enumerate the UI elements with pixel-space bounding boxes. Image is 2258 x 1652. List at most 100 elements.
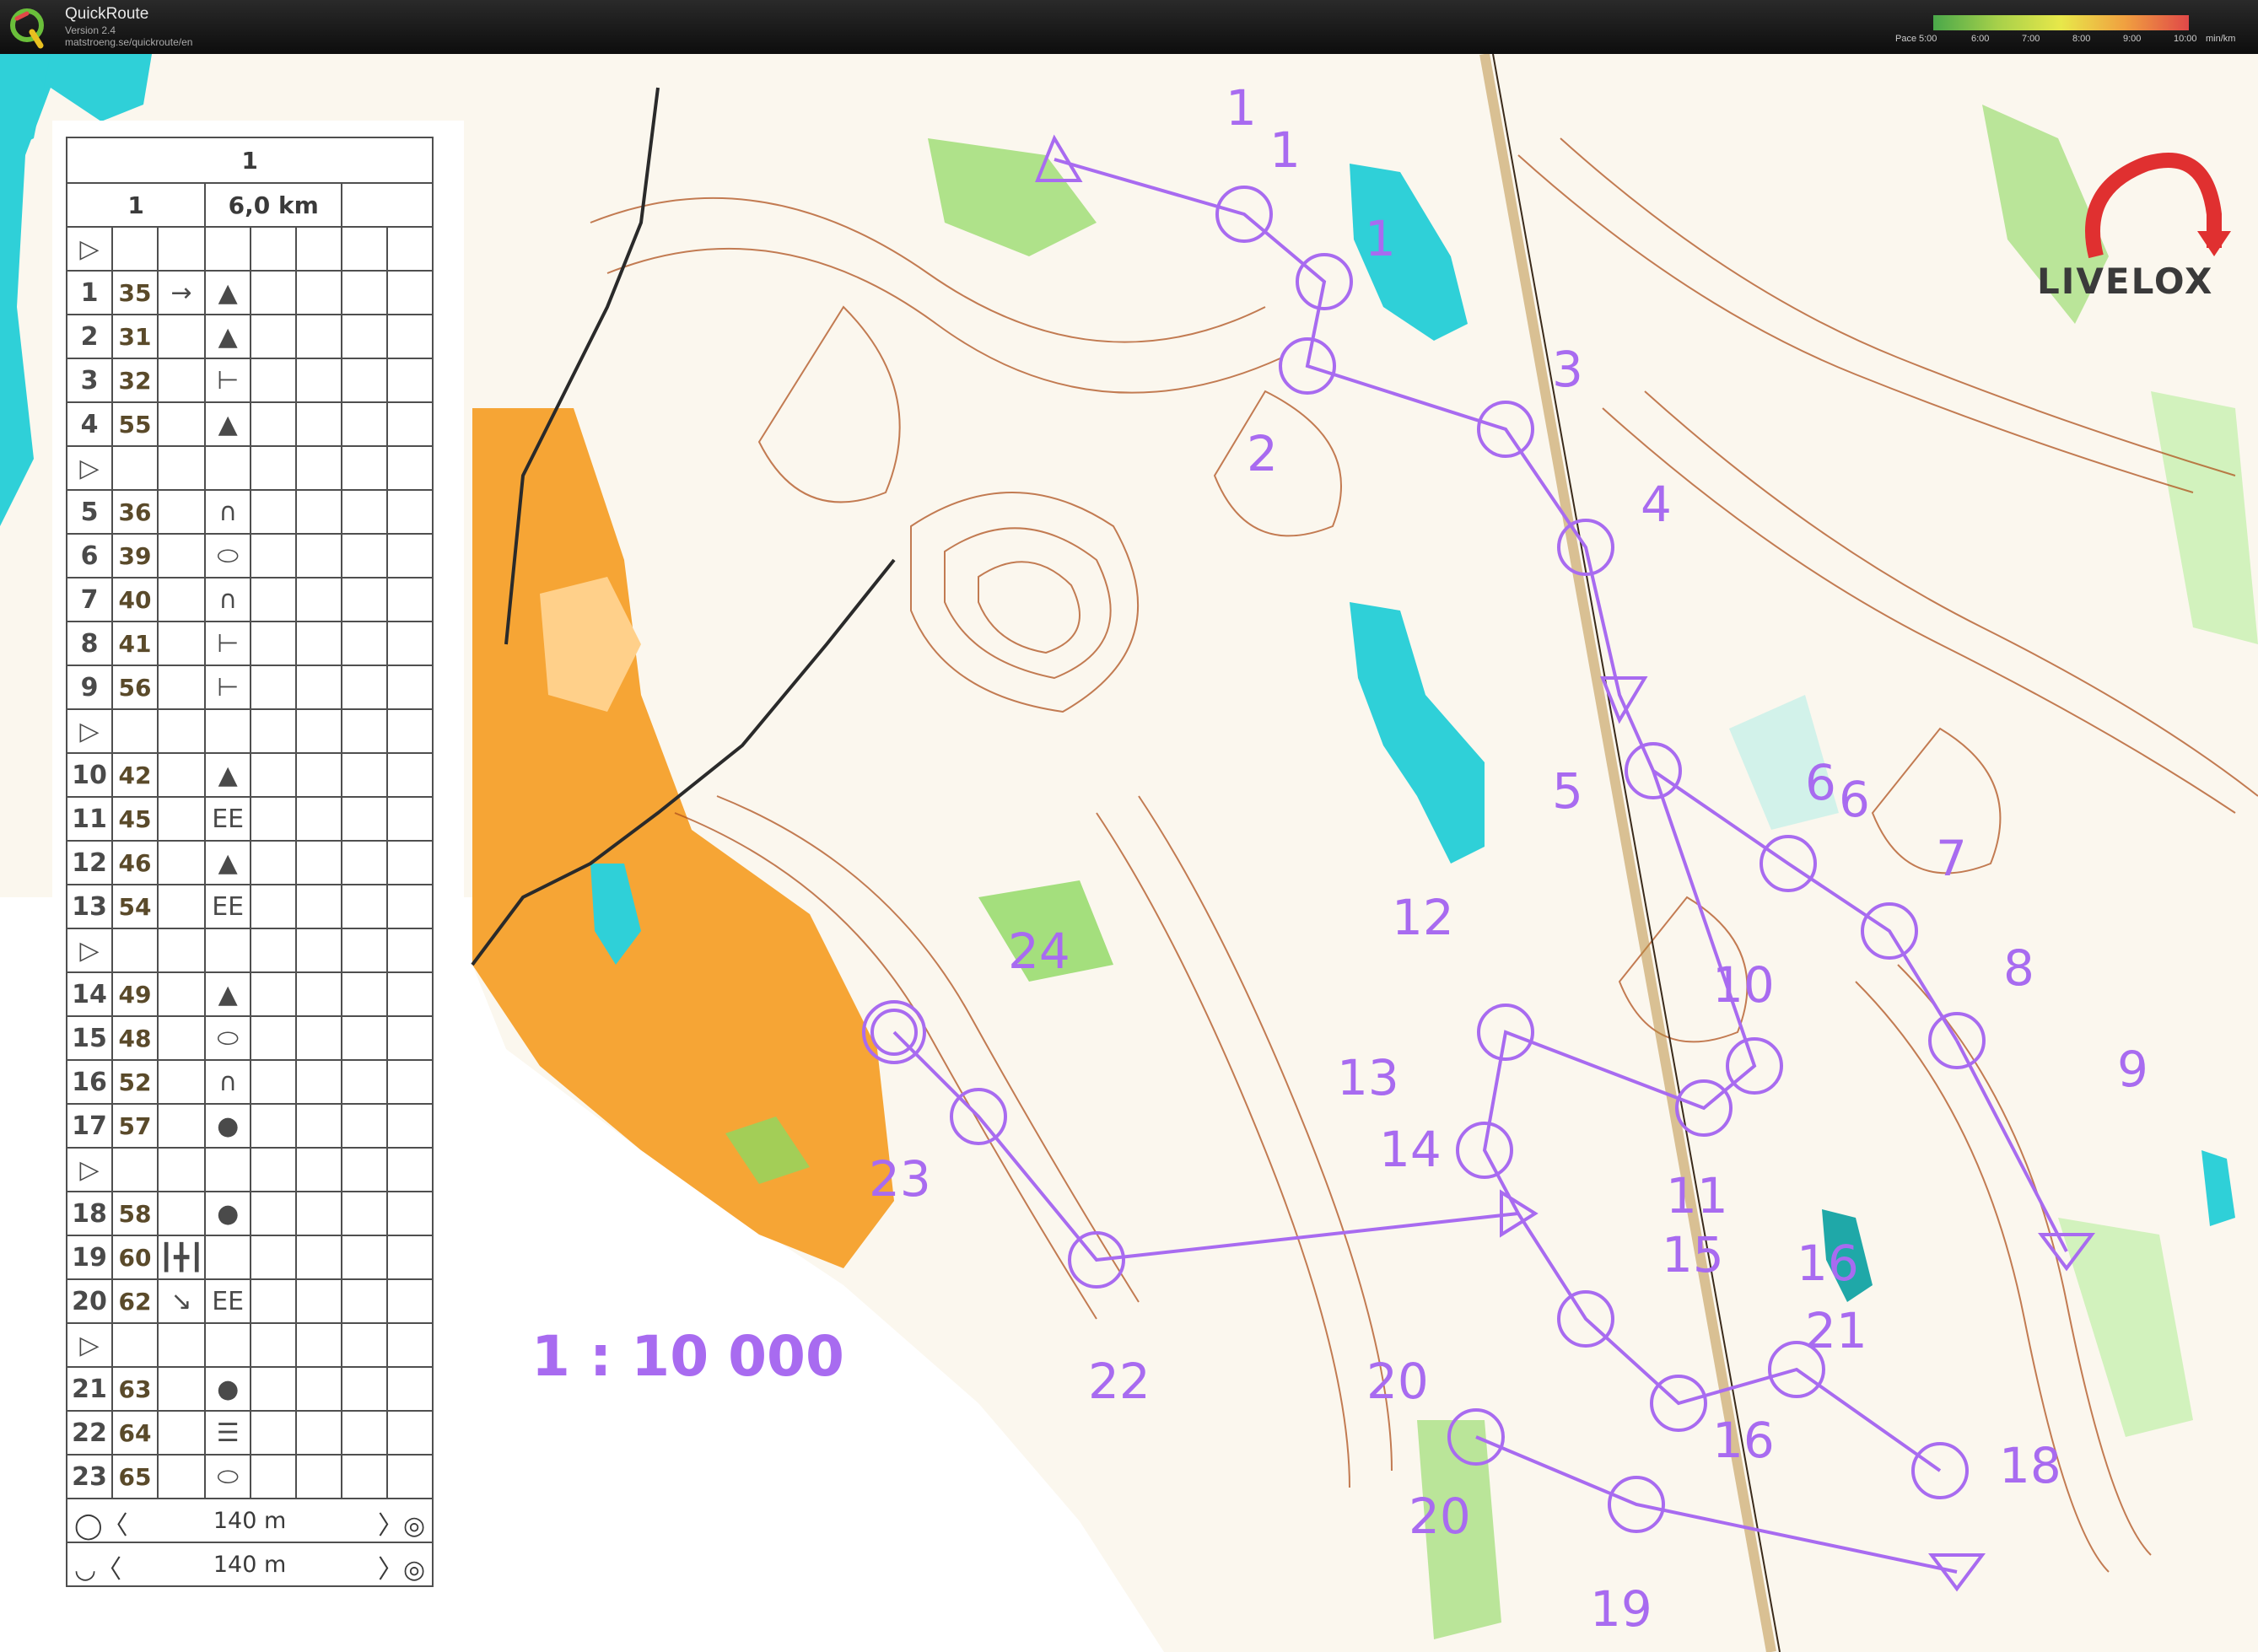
direction-icon (156, 1015, 207, 1061)
knoll-icon: ▲ (204, 971, 252, 1017)
control-number: 3 (1552, 341, 1583, 398)
control-number: 12 (1392, 889, 1454, 946)
control-code: 36 (111, 489, 159, 535)
control-number: 20 (1366, 1353, 1429, 1410)
control-code: 62 (111, 1278, 159, 1324)
direction-icon: ↘ (156, 1278, 207, 1324)
control-sequence: 4 (66, 401, 113, 447)
course-length: 6,0 km (204, 182, 343, 228)
control-row: 20 62 ↘ ЕЕ (66, 1278, 434, 1324)
control-code: 41 (111, 621, 159, 666)
control-number: 1 (1226, 79, 1257, 137)
control-number: 20 (1409, 1488, 1471, 1545)
control-row: 1 35 → ▲ (66, 270, 434, 315)
start-row: ▷ (66, 445, 434, 491)
control-code: 48 (111, 1015, 159, 1061)
funnel-start-icon: ◯〈 (74, 1511, 128, 1541)
control-code: 65 (111, 1454, 159, 1499)
control-number: 23 (869, 1150, 931, 1208)
oval-icon: ⬭ (204, 1015, 252, 1061)
start-triangle-icon: ▷ (66, 445, 113, 491)
control-row: 2 31 ▲ (66, 314, 434, 359)
course-header: 1 (65, 137, 434, 184)
control-code: 32 (111, 358, 159, 403)
direction-icon (156, 577, 207, 622)
control-number: 15 (1662, 1226, 1724, 1283)
control-code: 39 (111, 533, 159, 578)
control-sequence: 18 (66, 1191, 113, 1236)
dot-icon: ● (204, 1366, 252, 1412)
pace-tick: 8:00 (2072, 34, 2091, 44)
control-sequence: 3 (66, 358, 113, 403)
control-row: 10 42 ▲ (66, 752, 434, 798)
pace-unit: min/km (2206, 34, 2236, 44)
stairs-icon: ☰ (204, 1410, 252, 1456)
control-row: 21 63 ● (66, 1366, 434, 1412)
control-code: 55 (111, 401, 159, 447)
direction-icon: → (156, 270, 207, 315)
direction-icon (156, 796, 207, 842)
control-sequence: 14 (66, 971, 113, 1017)
knoll-icon: ▲ (204, 401, 252, 447)
direction-icon (156, 1103, 207, 1149)
direction-icon (156, 1454, 207, 1499)
direction-icon (156, 489, 207, 535)
dot-icon: ● (204, 1103, 252, 1149)
control-number: 1 (1365, 210, 1396, 267)
control-sequence: 8 (66, 621, 113, 666)
title-bar: QuickRoute Version 2.4 matstroeng.se/qui… (0, 0, 2258, 54)
control-sequence: 16 (66, 1059, 113, 1105)
control-row: 11 45 ЕЕ (66, 796, 434, 842)
control-description-table: 1 1 6,0 km ▷ 1 35 → ▲ 2 31 ▲ 3 32 ⊢ 4 55 ▲ ▷ 5 36 ∩ 6 39 ⬭ 7 4… (65, 137, 434, 1587)
pace-color-scale (1933, 15, 2189, 30)
control-number: 18 (1999, 1437, 2061, 1494)
cliff-icon: ЕЕ (204, 884, 252, 929)
pace-label: Pace (1895, 34, 1917, 44)
control-number: 10 (1712, 956, 1775, 1014)
direction-icon (156, 401, 207, 447)
start-row: ▷ (66, 1147, 434, 1192)
start-row: ▷ (66, 1322, 434, 1368)
course-name: 1 (65, 182, 207, 228)
funnel-start-icon: ◡〈 (74, 1555, 122, 1585)
control-number: 24 (1008, 923, 1070, 980)
pace-tick: 5:00 (1919, 34, 1937, 44)
direction-icon (156, 314, 207, 359)
spur-icon: ⊢ (204, 665, 252, 710)
control-code: 52 (111, 1059, 159, 1105)
control-row: 14 49 ▲ (66, 971, 434, 1017)
direction-icon (156, 884, 207, 929)
start-row: ▷ (66, 708, 434, 754)
knoll-icon: ▲ (204, 840, 252, 885)
control-row: 16 52 ∩ (66, 1059, 434, 1105)
dot-icon: ● (204, 1191, 252, 1236)
start-triangle-icon: ▷ (66, 1322, 113, 1368)
control-row: 17 57 ● (66, 1103, 434, 1149)
control-number: 5 (1552, 762, 1583, 820)
knoll-icon: ▲ (204, 314, 252, 359)
direction-icon (156, 1191, 207, 1236)
finish-distance: 140 m (213, 1507, 287, 1534)
control-number: 13 (1337, 1049, 1399, 1106)
control-number: 16 (1797, 1235, 1859, 1292)
control-sequence: 22 (66, 1410, 113, 1456)
control-number: 21 (1805, 1302, 1867, 1359)
hill-icon: ∩ (204, 577, 252, 622)
control-number: 7 (1936, 830, 1967, 887)
direction-icon (156, 840, 207, 885)
direction-icon (156, 665, 207, 710)
control-number: 14 (1379, 1121, 1442, 1178)
pace-tick: 7:00 (2022, 34, 2040, 44)
livelox-watermark: LIVELOX (2037, 261, 2214, 302)
control-number: 6 (1805, 754, 1836, 811)
control-code: 31 (111, 314, 159, 359)
oval-icon: ⬭ (204, 1454, 252, 1499)
control-row: 22 64 ☰ (66, 1410, 434, 1456)
control-sequence: 5 (66, 489, 113, 535)
control-code: 60 (111, 1235, 159, 1280)
start-row: ▷ (66, 226, 434, 272)
control-sequence: 21 (66, 1366, 113, 1412)
control-code: 54 (111, 884, 159, 929)
cliff-icon: ЕЕ (204, 796, 252, 842)
control-code: 58 (111, 1191, 159, 1236)
